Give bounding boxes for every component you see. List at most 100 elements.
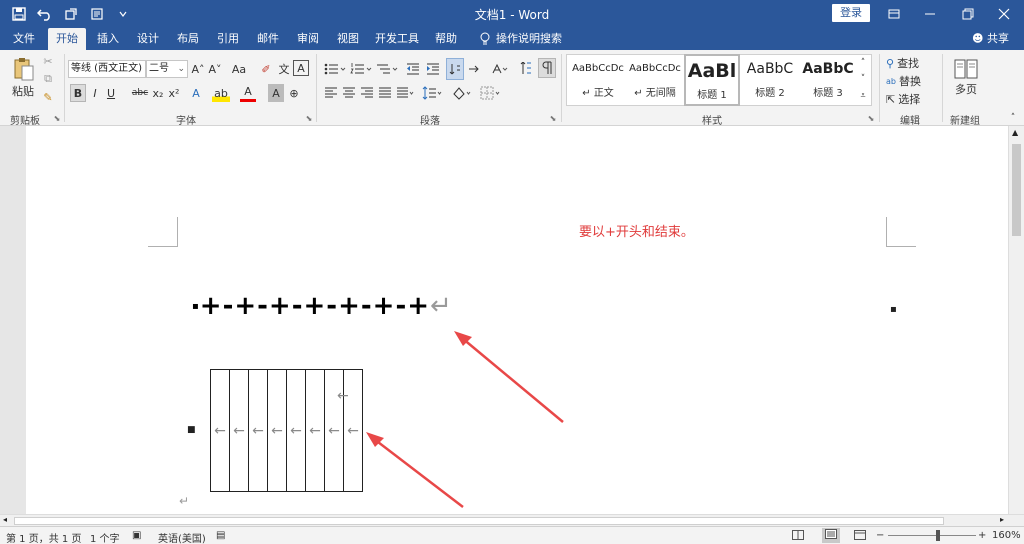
- print-layout-icon[interactable]: [822, 528, 840, 543]
- font-color-button[interactable]: A: [240, 84, 256, 102]
- align-right-icon[interactable]: [358, 84, 376, 102]
- tab-review[interactable]: 审阅: [290, 28, 326, 50]
- copy-icon[interactable]: ⧉: [40, 72, 56, 86]
- close-icon[interactable]: [986, 0, 1022, 28]
- clear-format-button[interactable]: ✐: [258, 60, 274, 78]
- align-center-icon[interactable]: [340, 84, 358, 102]
- tab-design[interactable]: 设计: [130, 28, 166, 50]
- font-size-combo[interactable]: 二号 ⌄: [146, 60, 188, 78]
- dialog-launcher-icon[interactable]: ⬊: [548, 112, 558, 124]
- strikethrough-button[interactable]: abc: [130, 84, 150, 102]
- format-painter-icon[interactable]: ✎: [40, 90, 56, 104]
- tell-me-search[interactable]: 操作说明搜索: [496, 28, 562, 50]
- zoom-out-button[interactable]: −: [876, 530, 884, 541]
- text-direction-icon[interactable]: [446, 58, 464, 80]
- line-spacing-icon[interactable]: [420, 84, 444, 102]
- style-heading-3[interactable]: AaBbC 标题 3: [800, 54, 856, 106]
- zoom-slider[interactable]: [888, 535, 976, 536]
- zoom-slider-handle[interactable]: [936, 530, 940, 541]
- scroll-thumb[interactable]: [1012, 144, 1021, 236]
- multi-page-label[interactable]: 多页: [950, 82, 982, 96]
- tab-help[interactable]: 帮助: [428, 28, 464, 50]
- bullets-icon[interactable]: [322, 60, 348, 78]
- borders-icon[interactable]: [478, 84, 504, 102]
- collapse-ribbon-icon[interactable]: ˄: [1006, 112, 1020, 124]
- tab-insert[interactable]: 插入: [90, 28, 126, 50]
- select-button[interactable]: ⇱ 选择: [886, 90, 938, 108]
- replace-button[interactable]: ab 替换: [886, 72, 938, 90]
- tab-layout[interactable]: 布局: [170, 28, 206, 50]
- character-border-button[interactable]: A: [293, 60, 309, 76]
- superscript-button[interactable]: x²: [166, 84, 182, 102]
- document-page[interactable]: 要以+开头和结束。 ▪+-+-+-+-+-+-+↵ ▪ ← ← ← ← ← ← …: [26, 126, 1008, 514]
- proofing-icon[interactable]: ▣: [132, 530, 141, 541]
- chevron-up-icon[interactable]: ˄: [856, 56, 870, 70]
- share-button[interactable]: ☻ 共享: [972, 28, 1009, 50]
- multilevel-list-icon[interactable]: [374, 60, 400, 78]
- show-formatting-icon[interactable]: [538, 58, 556, 78]
- enclose-characters-button[interactable]: ⊕: [286, 84, 302, 102]
- more-styles-icon[interactable]: ⩡: [856, 88, 870, 104]
- scroll-right-icon[interactable]: ▸: [1000, 515, 1004, 524]
- distributed-icon[interactable]: [394, 84, 416, 102]
- dialog-launcher-icon[interactable]: ⬊: [866, 112, 876, 124]
- zoom-in-button[interactable]: +: [978, 530, 986, 541]
- bold-button[interactable]: B: [70, 84, 86, 102]
- macro-icon[interactable]: ▤: [216, 530, 225, 541]
- sort-icon[interactable]: [518, 60, 534, 78]
- style-heading-2[interactable]: AaBbC 标题 2: [742, 54, 798, 106]
- text-effects-button[interactable]: A: [188, 84, 204, 102]
- chevron-down-icon[interactable]: ˅: [856, 72, 870, 86]
- style-heading-1[interactable]: AaBl 标题 1: [684, 54, 740, 106]
- tab-file[interactable]: 文件: [6, 28, 42, 50]
- scroll-thumb[interactable]: [14, 517, 944, 525]
- zoom-level[interactable]: 160%: [992, 530, 1021, 541]
- dialog-launcher-icon[interactable]: ⬊: [304, 112, 314, 124]
- style-normal[interactable]: AaBbCcDc ↵ 正文: [570, 54, 626, 106]
- align-left-icon[interactable]: [322, 84, 340, 102]
- decrease-indent-icon[interactable]: [404, 60, 422, 78]
- subscript-button[interactable]: x₂: [150, 84, 166, 102]
- restore-icon[interactable]: [950, 0, 986, 28]
- ribbon-display-icon[interactable]: [876, 0, 912, 28]
- horizontal-scrollbar[interactable]: ◂ ▸: [0, 514, 1024, 526]
- shading-icon[interactable]: [450, 84, 474, 102]
- minimize-icon[interactable]: [912, 0, 948, 28]
- tab-references[interactable]: 引用: [210, 28, 246, 50]
- italic-button[interactable]: I: [88, 84, 102, 102]
- scroll-up-icon[interactable]: ▲: [1012, 128, 1018, 137]
- character-shading-button[interactable]: A: [268, 84, 284, 102]
- highlight-button[interactable]: ab: [212, 84, 230, 102]
- dialog-launcher-icon[interactable]: ⬊: [52, 112, 62, 124]
- language[interactable]: 英语(美国): [158, 530, 206, 544]
- tab-mailings[interactable]: 邮件: [250, 28, 286, 50]
- word-count[interactable]: 1 个字: [90, 530, 120, 544]
- underline-button[interactable]: U: [104, 84, 118, 102]
- paste-icon[interactable]: [10, 54, 38, 84]
- cut-icon[interactable]: ✂: [40, 54, 56, 68]
- change-case-button[interactable]: Aa: [228, 60, 250, 78]
- grow-font-button[interactable]: A˄: [190, 60, 206, 78]
- tab-developer[interactable]: 开发工具: [370, 28, 424, 50]
- paste-label[interactable]: 粘贴: [8, 84, 38, 98]
- chinese-layout-icon[interactable]: [490, 60, 512, 78]
- increase-indent-icon[interactable]: [424, 60, 442, 78]
- web-layout-icon[interactable]: [854, 530, 866, 543]
- phonetic-guide-button[interactable]: 文: [276, 60, 292, 78]
- find-button[interactable]: ⚲ 查找: [886, 54, 938, 72]
- read-mode-icon[interactable]: [792, 530, 804, 543]
- scroll-left-icon[interactable]: ◂: [3, 515, 7, 524]
- font-name-combo[interactable]: 等线 (西文正文): [68, 60, 146, 78]
- vertical-scrollbar[interactable]: ▲: [1008, 126, 1024, 514]
- divider: [561, 54, 562, 122]
- multi-page-icon[interactable]: [952, 56, 980, 82]
- tab-view[interactable]: 视图: [330, 28, 366, 50]
- style-no-spacing[interactable]: AaBbCcDc ↵ 无间隔: [627, 54, 683, 106]
- shrink-font-button[interactable]: A˅: [207, 60, 223, 78]
- page-count[interactable]: 第 1 页，共 1 页: [6, 530, 81, 544]
- justify-icon[interactable]: [376, 84, 394, 102]
- login-button[interactable]: 登录: [832, 4, 870, 22]
- numbering-icon[interactable]: [348, 60, 374, 78]
- asian-layout-icon[interactable]: [466, 60, 484, 78]
- tab-home[interactable]: 开始: [48, 28, 86, 50]
